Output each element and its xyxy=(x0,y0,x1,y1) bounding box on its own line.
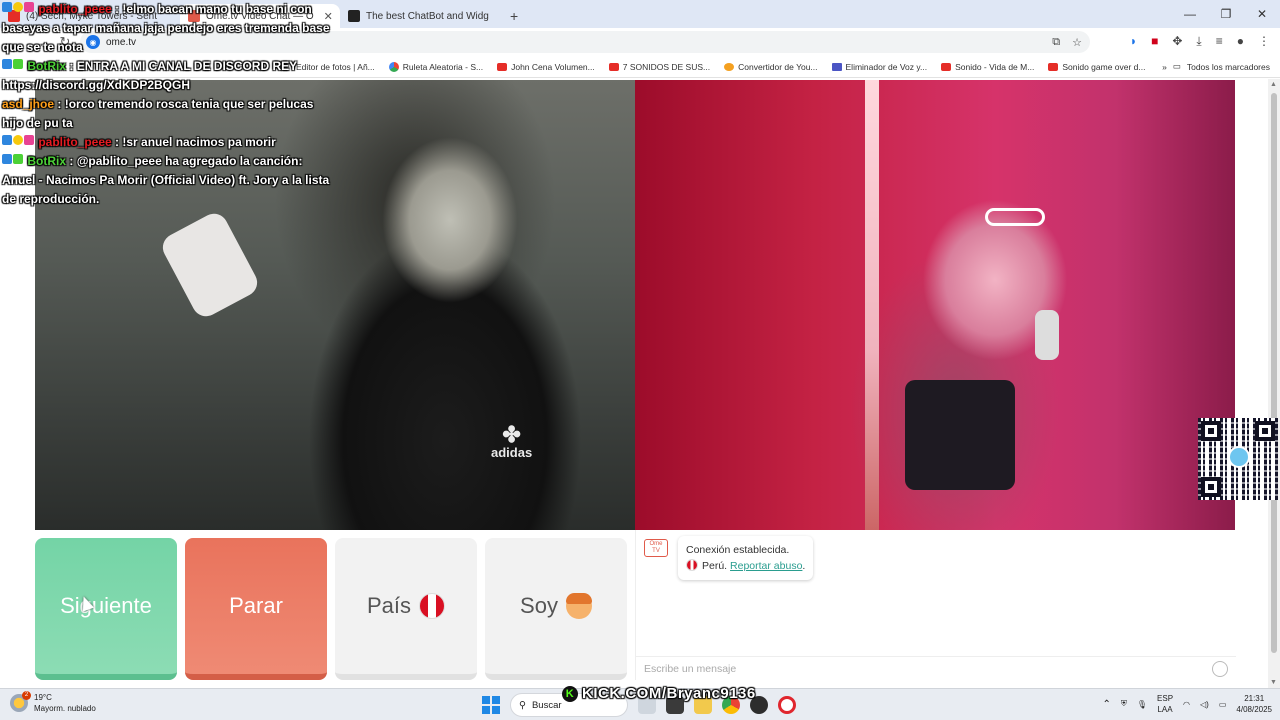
chat-message: pablito_peee : !sr anuel nacimos pa mori… xyxy=(2,133,337,152)
chat-message: BotRix : ENTRA A MI CANAL DE DISCORD REY… xyxy=(2,57,297,92)
bookmark-item[interactable]: Convertidor de You... xyxy=(724,62,818,72)
stop-button[interactable]: Parar xyxy=(185,538,327,680)
weather-widget[interactable]: 2 19°C Mayorm. nublado xyxy=(10,691,96,714)
qr-center-logo xyxy=(1228,446,1250,468)
scroll-down-icon[interactable]: ▼ xyxy=(1270,679,1277,686)
microphone xyxy=(1035,310,1059,360)
weather-icon: 2 xyxy=(10,691,31,712)
close-window-icon[interactable]: ✕ xyxy=(1244,0,1280,28)
all-bookmarks[interactable]: » ▭ Todos los marcadores xyxy=(1162,61,1270,72)
wifi-icon[interactable]: ◠ xyxy=(1183,700,1190,709)
extensions-puzzle-icon[interactable]: ✥ xyxy=(1172,34,1182,49)
opera-icon[interactable] xyxy=(778,696,796,714)
more-bookmarks-icon[interactable]: » xyxy=(1162,62,1167,72)
tab-title: The best ChatBot and Widg xyxy=(366,10,489,22)
chat-message: pablito_peee : !elmo bacan mano tu base … xyxy=(2,0,330,54)
page-scrollbar[interactable]: ▲ ▼ xyxy=(1268,79,1280,688)
youtube-icon xyxy=(608,62,619,71)
botrix-icon xyxy=(348,10,360,22)
profile-avatar-icon[interactable]: ● xyxy=(1237,34,1244,49)
bookmark-item[interactable]: Ruleta Aleatoria - S... xyxy=(388,61,483,72)
bookmark-item[interactable]: Sonido game over d... xyxy=(1048,62,1146,72)
kick-channel-banner: K KICK.COM/Bryanc9136 xyxy=(562,685,756,702)
report-abuse-link[interactable]: Reportar abuso xyxy=(730,560,802,572)
download-icon[interactable]: ⤓ xyxy=(1196,34,1201,49)
phone-in-video xyxy=(157,208,263,322)
country-filter-button[interactable]: País xyxy=(335,538,477,680)
chat-message: asd_jhoe : !orco tremendo rosca tenia qu… xyxy=(2,97,314,130)
language-indicator[interactable]: ESP LAA xyxy=(1157,693,1173,715)
converter-icon xyxy=(724,62,735,71)
user-badges-icon xyxy=(2,0,35,19)
clock[interactable]: 21:31 4/08/2025 xyxy=(1236,693,1272,715)
new-tab-button[interactable]: + xyxy=(500,4,528,28)
bookmark-item[interactable]: 7 SONIDOS DE SUS... xyxy=(608,62,710,72)
chat-message: BotRix : @pablito_peee ha agregado la ca… xyxy=(2,152,330,206)
menu-kebab-icon[interactable]: ⋮ xyxy=(1258,34,1270,49)
mic-icon[interactable]: 🎙︎ xyxy=(1137,700,1147,709)
ometv-logo-icon: Ome TV xyxy=(644,539,668,557)
scrollbar-thumb[interactable] xyxy=(1271,93,1277,653)
minimize-icon[interactable]: — xyxy=(1172,0,1208,28)
restore-icon[interactable]: ❐ xyxy=(1208,0,1244,28)
window-controls: — ❐ ✕ xyxy=(1172,0,1280,28)
extension-wave-icon[interactable]: ◗ xyxy=(1130,34,1137,49)
message-input[interactable]: Escribe un mensaje xyxy=(636,656,1236,680)
youtube-icon xyxy=(941,62,952,71)
youtube-icon xyxy=(497,62,508,71)
folder-icon: ▭ xyxy=(1172,61,1181,71)
scroll-up-icon[interactable]: ▲ xyxy=(1270,81,1277,88)
chat-panel: Ome TV Conexión establecida. Perú. Repor… xyxy=(635,530,1236,680)
stream-chat-overlay: pablito_peee : !elmo bacan mano tu base … xyxy=(2,0,337,209)
light-strip xyxy=(865,80,879,530)
user-badges-icon xyxy=(2,57,24,76)
connection-status: Conexión establecida. xyxy=(686,544,790,556)
stranger-video xyxy=(635,80,1235,530)
adidas-logo: ✤ adidas xyxy=(491,422,533,461)
roulette-icon xyxy=(388,61,399,72)
network-shield-icon[interactable]: ⛨ xyxy=(1121,699,1127,709)
windows-start-icon[interactable] xyxy=(482,696,500,714)
media-control-icon[interactable]: ≡ xyxy=(1216,34,1223,49)
partner-country: Perú. xyxy=(702,560,728,572)
shorts xyxy=(905,380,1015,490)
sunglasses xyxy=(985,208,1045,226)
boy-face-icon xyxy=(565,593,592,619)
toolbar-icons: ◗ ■ ✥ ⤓ ≡ ● ⋮ xyxy=(1130,34,1270,49)
peru-flag-icon xyxy=(419,593,446,619)
emoji-icon[interactable] xyxy=(1212,660,1228,677)
tab-chatbot[interactable]: The best ChatBot and Widg ✕ xyxy=(340,4,500,28)
show-hidden-icons[interactable]: ⌃ xyxy=(1102,699,1110,710)
search-icon: ⚲ xyxy=(519,699,526,711)
next-button[interactable]: Siguiente xyxy=(35,538,177,680)
volume-icon[interactable]: ◁) xyxy=(1200,700,1209,709)
bookmark-item[interactable]: Eliminador de Voz y... xyxy=(831,62,927,72)
user-badges-icon xyxy=(2,152,24,171)
voice-remover-icon xyxy=(831,62,842,71)
battery-icon[interactable]: ▭ xyxy=(1219,700,1227,709)
gender-button[interactable]: Soy xyxy=(485,538,627,680)
qr-code xyxy=(1198,418,1278,500)
system-message: Conexión establecida. Perú. Reportar abu… xyxy=(678,536,814,580)
bookmark-star-icon[interactable]: ☆ xyxy=(1072,36,1082,49)
user-badges-icon xyxy=(2,133,35,152)
cast-icon[interactable]: ⧉ xyxy=(1052,36,1060,49)
youtube-icon xyxy=(1048,62,1059,71)
peru-flag-icon xyxy=(686,559,698,571)
bookmark-item[interactable]: Sonido - Vida de M... xyxy=(941,62,1034,72)
bookmark-item[interactable]: John Cena Volumen... xyxy=(497,62,595,72)
kick-logo-icon: K xyxy=(562,685,578,702)
extension-red-icon[interactable]: ■ xyxy=(1151,34,1158,49)
system-tray: ⌃ ⛨ 🎙︎ ESP LAA ◠ ◁) ▭ 21:31 4/08/2025 xyxy=(1102,693,1272,715)
